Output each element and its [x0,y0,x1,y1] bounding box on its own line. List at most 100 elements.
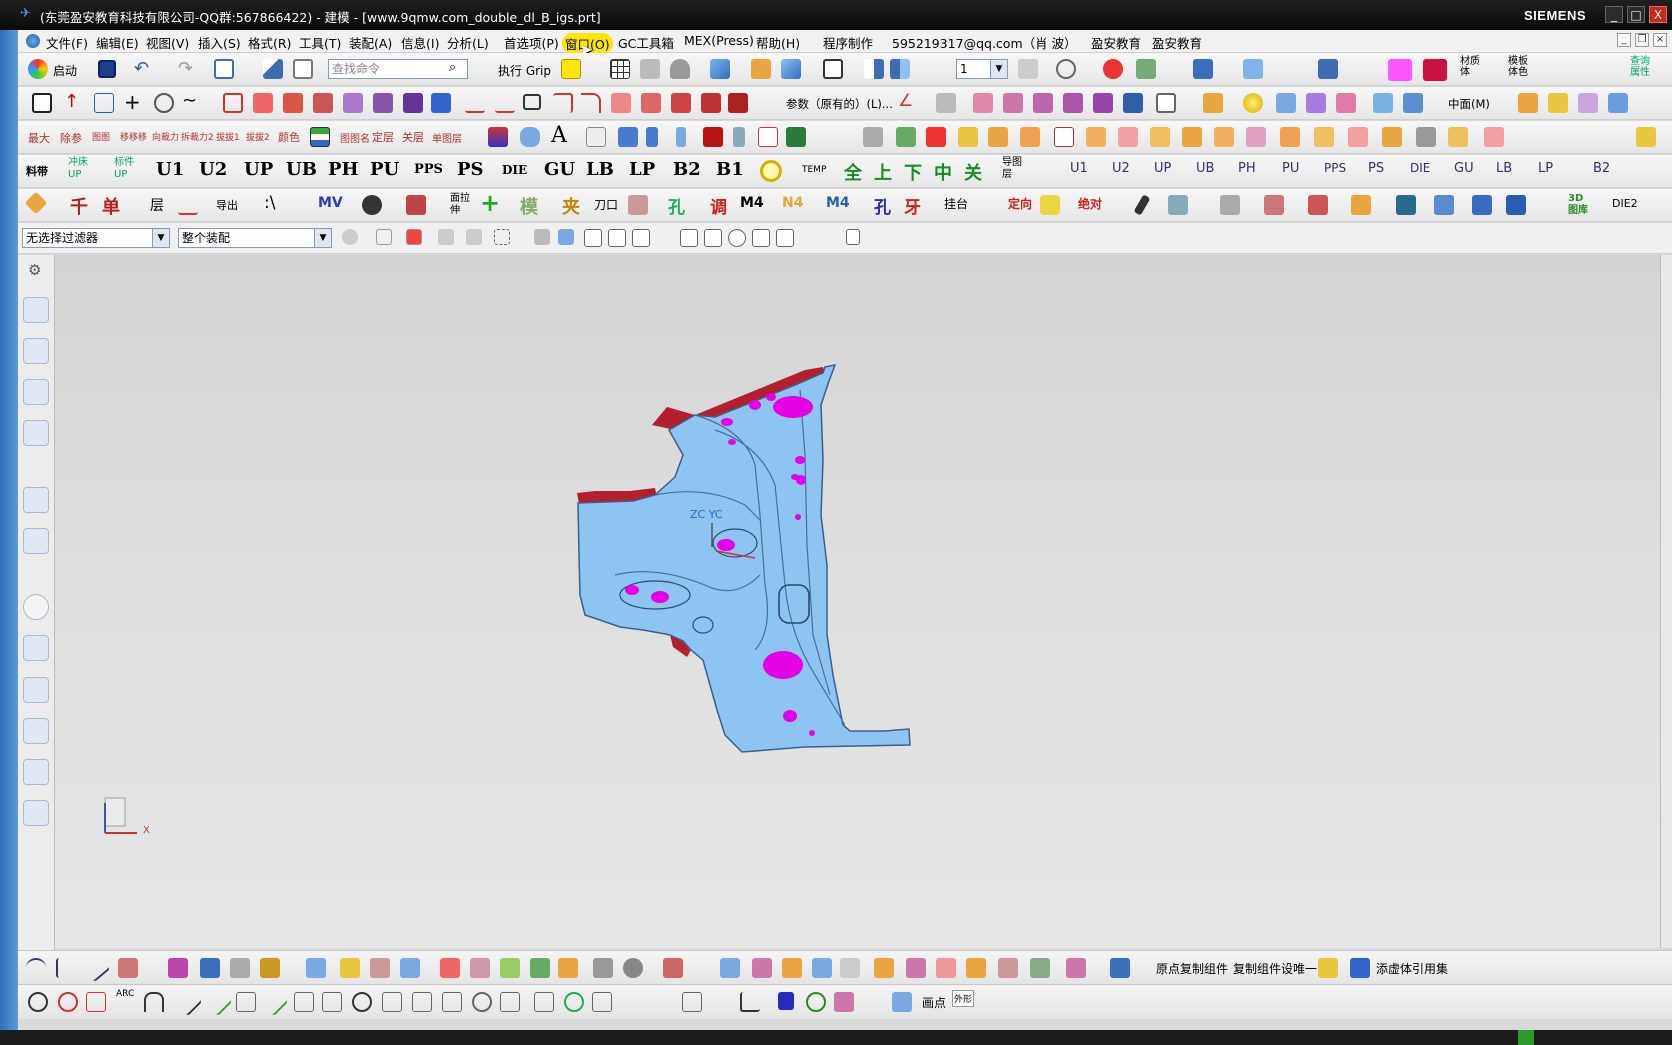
diamond-icon[interactable] [24,191,48,215]
grip-icon[interactable] [561,59,581,79]
web-browser-tab[interactable] [23,487,49,513]
hole-auto-button[interactable]: 孔 [874,193,891,218]
fillet-tool-icon[interactable] [86,992,106,1012]
o-ring-icon[interactable] [760,160,782,182]
origin-copy-component-button[interactable]: 原点复制组件 [1156,960,1228,977]
frame-icon[interactable] [1156,93,1176,113]
plane-icon[interactable] [500,958,520,978]
rect-select-icon[interactable] [494,229,510,245]
cube-g-icon[interactable] [1214,127,1234,147]
component-4-icon[interactable] [703,127,723,147]
fillet-curve-icon[interactable] [553,93,573,113]
surface-9-icon[interactable] [1578,93,1598,113]
snap-point-on-curve-icon[interactable] [776,229,794,247]
menu-mex-press[interactable]: MEX(Press) [684,33,754,48]
snap-controlpoint-icon[interactable] [632,229,650,247]
move-pu-button[interactable]: PU [1282,161,1299,176]
show-all-button[interactable]: 全 [844,159,862,185]
axis-icon[interactable] [306,958,326,978]
tool-single-layer-label[interactable]: 单图层 [432,130,462,145]
move-die-button[interactable]: DIE [1410,161,1430,175]
clock-icon[interactable] [23,594,49,620]
tool-close-layer-label[interactable]: 关层 [402,129,424,145]
layers-icon[interactable] [340,958,360,978]
tool-5-label[interactable]: 向裁力 [152,130,179,143]
refset-icon[interactable] [1350,958,1370,978]
tool-h-icon[interactable] [1472,195,1492,215]
manufacturing-wizard-tab[interactable] [23,718,49,744]
cube-i-icon[interactable] [1280,127,1300,147]
execute-grip-label[interactable]: 执行 Grip [498,62,551,79]
join-curve-icon[interactable] [728,93,748,113]
tool-3-label[interactable]: 图图 [92,130,110,143]
circle-green-icon[interactable] [564,992,584,1012]
mesh-icon[interactable] [936,93,956,113]
model-icon[interactable] [586,127,606,147]
undo-icon[interactable]: ↶ [134,58,149,79]
rectangle-icon[interactable] [32,93,52,113]
menu-format[interactable]: 格式(R) [248,33,291,52]
solid-1-icon[interactable] [1276,93,1296,113]
ime-icon[interactable] [1518,1030,1534,1045]
layer-ph-button[interactable]: PH [328,159,359,180]
temp-layer-label[interactable]: TEMP [802,165,826,175]
save-icon[interactable] [98,60,116,78]
red-cube-icon[interactable] [926,127,946,147]
strip-label[interactable]: 料带 [26,163,48,179]
move-ub-button[interactable]: UB [1196,161,1214,176]
tangent-icon[interactable] [236,992,256,1012]
component-5-icon[interactable] [733,127,745,147]
move-curve-icon[interactable] [654,992,674,1012]
snap-point-on-face-icon[interactable] [800,229,818,247]
cut-icon[interactable] [400,958,420,978]
tool-b-icon[interactable] [1220,195,1240,215]
join-tool-icon[interactable] [500,992,520,1012]
surface-7-icon[interactable] [1518,93,1538,113]
assembly-scope-select[interactable]: 整个装配 ▼ [178,228,332,248]
color-icon[interactable] [470,958,490,978]
path-button[interactable]: :\ [264,193,275,213]
circle-tool-3-icon[interactable] [472,992,492,1012]
surface-3-icon[interactable] [1033,93,1053,113]
edit-8-icon[interactable] [936,958,956,978]
edit-2-icon[interactable] [752,958,772,978]
tool-color-label[interactable]: 颜色 [278,129,300,145]
cube-o-icon[interactable] [1636,127,1656,147]
snap-endpoint-icon[interactable] [584,229,602,247]
edit-7-icon[interactable] [906,958,926,978]
sm-icon[interactable] [863,127,883,147]
snap-existing-point-icon[interactable] [752,229,770,247]
measure-icon[interactable] [1136,59,1156,79]
offset-tool-icon[interactable] [412,992,432,1012]
surface-2-icon[interactable] [1003,93,1023,113]
app-menu-icon[interactable] [26,34,40,48]
menu-file[interactable]: 文件(F) [46,33,88,52]
analyze-icon[interactable] [558,958,578,978]
boss-icon[interactable] [313,93,333,113]
line-tool-icon[interactable]: ∠ [898,91,913,111]
mid-surface-label[interactable]: 中面(M) [1448,96,1490,112]
draw-point-button[interactable]: 画点 [922,994,946,1011]
intersect-curve-icon[interactable] [701,93,721,113]
thread-auto-button[interactable]: 牙 [904,193,921,218]
constraint-navigator-tab[interactable] [23,338,49,364]
extrude-icon[interactable] [223,93,243,113]
layer-pu-button[interactable]: PU [370,159,399,180]
maximize-button[interactable]: □ [1627,6,1645,23]
edit-9-icon[interactable] [966,958,986,978]
cube-d-icon[interactable] [1118,127,1138,147]
surface-1-icon[interactable] [973,93,993,113]
move-b2-button[interactable]: B2 [1593,161,1610,176]
assembly-navigator-tab[interactable] [23,297,49,323]
single-button[interactable]: 单 [102,193,120,219]
menu-program[interactable]: 程序制作 [823,33,873,52]
cube-m-icon[interactable] [1448,127,1468,147]
color-red-icon[interactable] [1423,59,1447,81]
show-middle-button[interactable]: 中 [934,159,952,185]
menu-view[interactable]: 视图(V) [146,33,189,52]
copy-component-unique-button[interactable]: 复制组件设唯一 [1233,960,1317,977]
standard-up-label[interactable]: 标件UP [114,157,138,181]
gray-hex-icon[interactable] [1416,127,1436,147]
move-pps-button[interactable]: PPS [1324,161,1346,175]
snap-curve-icon[interactable] [656,229,674,247]
